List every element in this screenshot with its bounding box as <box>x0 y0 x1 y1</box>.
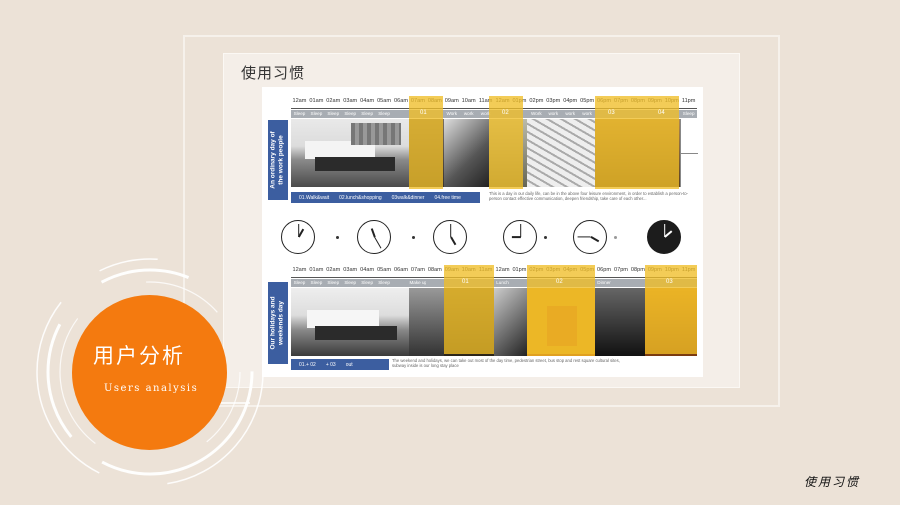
badge-title: 用户分析 <box>93 344 185 368</box>
badge-subtitle: Users analysis <box>104 383 199 394</box>
user-analysis-badge <box>72 295 227 450</box>
footer-signature-text: 使用习惯 <box>804 475 861 489</box>
